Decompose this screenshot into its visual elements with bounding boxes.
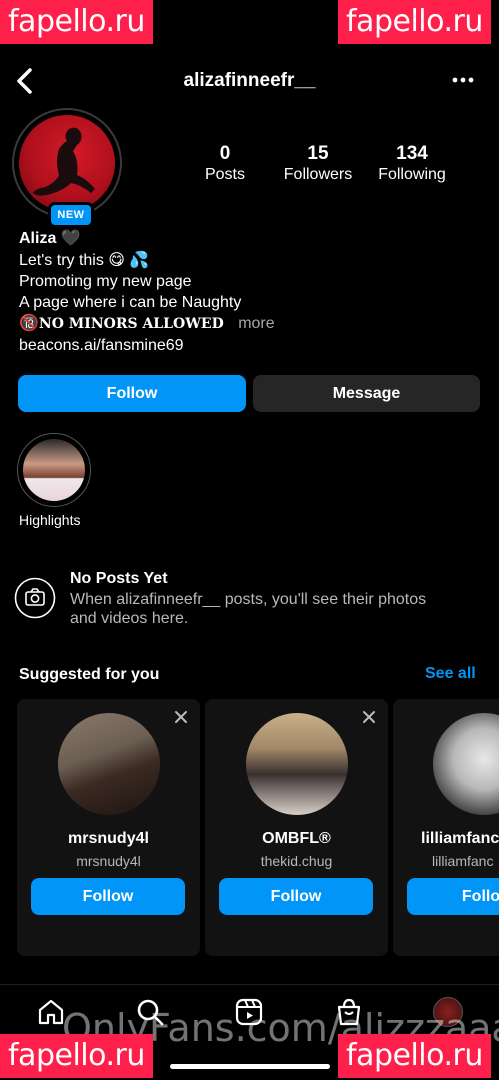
profile-avatar[interactable] <box>19 115 115 211</box>
stat-posts[interactable]: 0 Posts <box>195 143 255 184</box>
watermark-top-left: fapello.ru <box>0 0 153 44</box>
profile-username-title: alizafinneefr__ <box>183 70 316 91</box>
more-options-icon[interactable] <box>448 70 478 90</box>
display-name: Aliza <box>19 230 57 247</box>
bio-name-row: Aliza 🖤 <box>19 228 81 249</box>
bottom-nav-divider <box>0 984 499 985</box>
camera-icon <box>14 577 56 619</box>
bio-more-link[interactable]: more <box>238 315 274 332</box>
suggested-follow-button[interactable]: Follo <box>407 878 499 915</box>
stat-following-label: Following <box>378 166 446 183</box>
suggested-card[interactable]: lilliamfanc lilliamfanc Follo <box>393 699 499 956</box>
close-icon[interactable] <box>174 710 188 724</box>
see-all-link[interactable]: See all <box>425 665 476 683</box>
bio-line-2: Promoting my new page <box>19 273 192 290</box>
suggested-avatar[interactable] <box>433 713 499 815</box>
stat-followers[interactable]: 15 Followers <box>276 143 360 184</box>
bio-line-1: Let's try this 😋 💦 <box>19 252 150 269</box>
suggested-name: mrsnudy4l <box>68 830 149 847</box>
no-minors-emoji: 🔞 <box>19 315 39 332</box>
stat-posts-label: Posts <box>204 166 245 183</box>
suggested-card[interactable]: mrsnudy4l mrsnudy4l Follow <box>17 699 200 956</box>
no-posts-line-1: When alizafinneefr__ posts, you'll see t… <box>70 591 427 608</box>
suggested-username: lilliamfanc <box>432 853 494 869</box>
no-posts-line-2: and videos here. <box>70 610 189 627</box>
suggested-username: thekid.chug <box>260 853 333 869</box>
suggested-follow-button[interactable]: Follow <box>31 878 185 915</box>
stat-following[interactable]: 134 Following <box>370 143 454 184</box>
bio-line-3: A page where i can be Naughty <box>19 294 242 311</box>
new-badge: NEW <box>48 202 94 228</box>
suggested-avatar[interactable] <box>246 713 348 815</box>
heart-emoji: 🖤 <box>60 230 81 247</box>
suggested-name: OMBFL® <box>262 830 331 847</box>
no-posts-title: No Posts Yet <box>70 570 168 587</box>
stat-posts-value: 0 <box>219 143 231 164</box>
watermark-bottom-right: fapello.ru <box>338 1034 491 1078</box>
home-indicator <box>170 1064 330 1069</box>
suggested-follow-button[interactable]: Follow <box>219 878 373 915</box>
suggested-title: Suggested for you <box>19 666 160 683</box>
highlight-label: Highlights <box>19 512 81 528</box>
no-posts-message: When alizafinneefr__ posts, you'll see t… <box>70 590 426 628</box>
bio-website-link[interactable]: beacons.ai/fansmine69 <box>19 335 184 356</box>
stat-followers-label: Followers <box>283 166 353 183</box>
no-minors-text: NO MINORS ALLOWED <box>38 316 224 332</box>
stat-followers-value: 15 <box>307 143 329 164</box>
close-icon[interactable] <box>362 710 376 724</box>
watermark-top-right: fapello.ru <box>338 0 491 44</box>
bio-line-4: 🔞NO MINORS ALLOWED more <box>19 313 275 335</box>
message-button[interactable]: Message <box>253 375 480 412</box>
suggested-avatar[interactable] <box>58 713 160 815</box>
stat-following-value: 134 <box>396 143 428 164</box>
suggested-username: mrsnudy4l <box>76 853 141 869</box>
watermark-bottom-left: fapello.ru <box>0 1034 153 1078</box>
follow-button[interactable]: Follow <box>18 375 246 412</box>
suggested-card[interactable]: OMBFL® thekid.chug Follow <box>205 699 388 956</box>
highlight-cover[interactable] <box>23 439 85 501</box>
suggested-name: lilliamfanc <box>421 830 499 847</box>
